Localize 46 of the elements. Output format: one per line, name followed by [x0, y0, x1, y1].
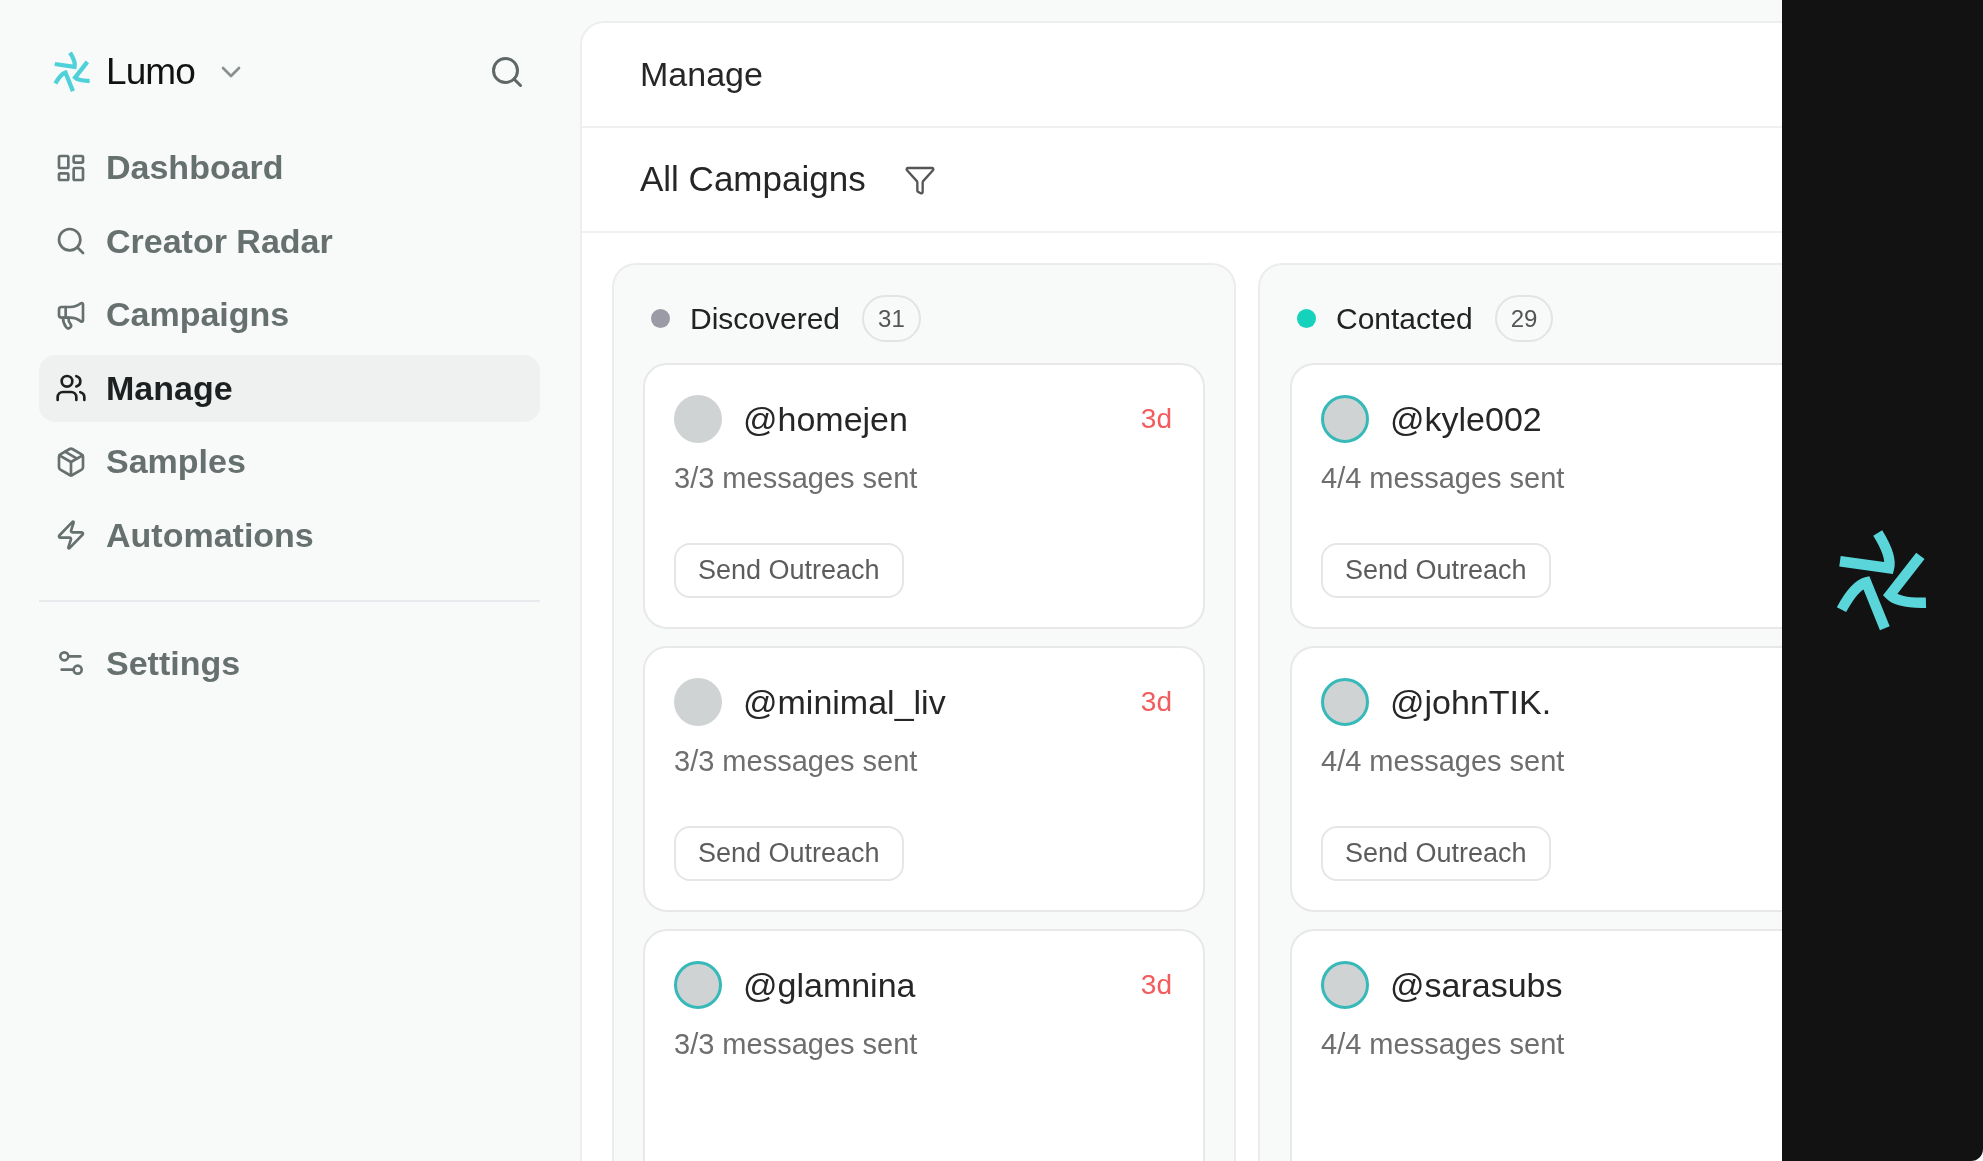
creator-card[interactable]: @johnTIK. 4/4 messages sent Send Outreach [1290, 646, 1782, 912]
creator-handle: @minimal_liv [743, 681, 946, 723]
send-outreach-button[interactable]: Send Outreach [674, 543, 904, 598]
creator-card[interactable]: @sarasubs 4/4 messages sent [1290, 929, 1782, 1161]
send-outreach-button[interactable]: Send Outreach [674, 826, 904, 881]
search-button[interactable] [489, 54, 525, 90]
age-label: 3d [1140, 402, 1172, 436]
creator-handle: @kyle002 [1390, 398, 1542, 440]
count-badge: 31 [862, 295, 921, 342]
send-outreach-button[interactable]: Send Outreach [1321, 543, 1551, 598]
messages-sent-label: 3/3 messages sent [674, 1027, 918, 1062]
age-label: 3d [1140, 685, 1172, 719]
nav-item[interactable]: Settings [39, 629, 540, 697]
people-icon [55, 372, 87, 404]
creator-handle: @johnTIK. [1390, 681, 1552, 723]
page-title: Manage [640, 54, 763, 95]
creator-card[interactable]: @homejen 3d 3/3 messages sent Send Outreach [643, 363, 1205, 629]
messages-sent-label: 4/4 messages sent [1321, 744, 1565, 779]
lightning-icon [55, 519, 87, 551]
nav-item[interactable]: Manage [39, 354, 540, 422]
nav-item[interactable]: Samples [39, 428, 540, 495]
logo-icon [52, 50, 92, 94]
nav-item[interactable]: Creator Radar [39, 207, 540, 275]
creator-handle: @sarasubs [1390, 964, 1563, 1006]
creator-card[interactable]: @kyle002 4/4 messages sent Send Outreach [1290, 363, 1782, 629]
messages-sent-label: 4/4 messages sent [1321, 461, 1565, 496]
search-icon [55, 225, 87, 257]
search-icon [489, 54, 525, 90]
column-title: Discovered [690, 301, 841, 337]
messages-sent-label: 4/4 messages sent [1321, 1027, 1565, 1062]
workspace-switcher[interactable]: Lumo [106, 44, 247, 100]
box-icon [55, 445, 87, 478]
column-title: Contacted [1336, 301, 1473, 337]
send-outreach-button[interactable]: Send Outreach [1321, 826, 1551, 881]
creator-card[interactable]: @minimal_liv 3d 3/3 messages sent Send Outreach [643, 646, 1205, 912]
campaign-filter-label: All Campaigns [640, 158, 866, 201]
messages-sent-label: 3/3 messages sent [674, 461, 918, 496]
creator-handle: @homejen [743, 398, 908, 440]
nav-item[interactable]: Automations [39, 501, 540, 569]
creator-handle: @glamnina [743, 964, 916, 1006]
age-label: 3d [1140, 968, 1172, 1002]
messages-sent-label: 3/3 messages sent [674, 744, 918, 779]
creator-card[interactable]: @glamnina 3d 3/3 messages sent [643, 929, 1205, 1161]
nav-item[interactable]: Dashboard [39, 134, 540, 201]
count-badge: 29 [1494, 295, 1554, 342]
nav-item[interactable]: Campaigns [39, 281, 540, 348]
